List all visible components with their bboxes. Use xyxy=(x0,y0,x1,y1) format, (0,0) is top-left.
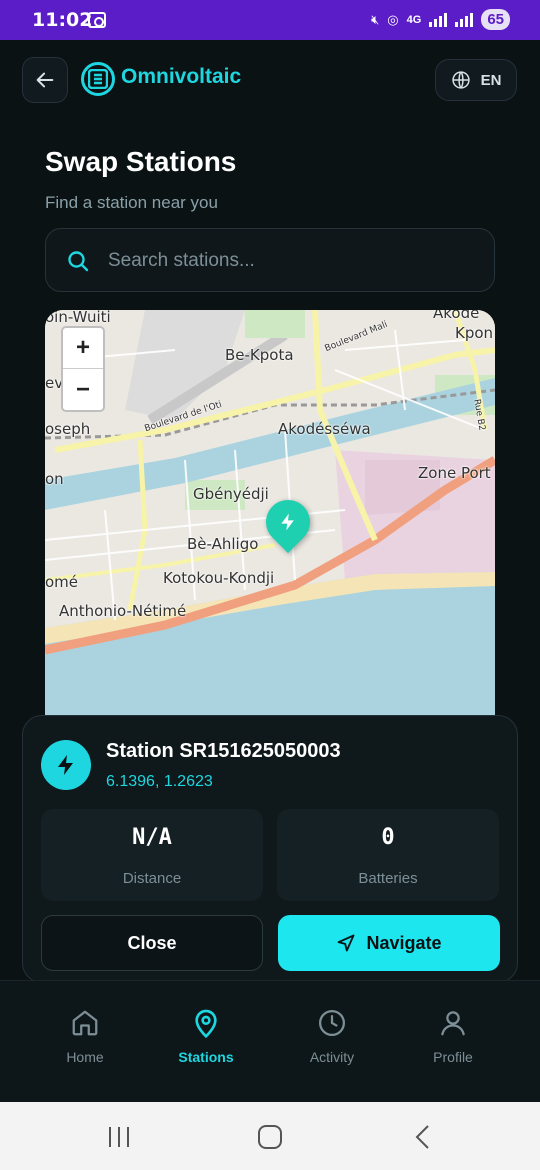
batteries-stat: 0 Batteries xyxy=(277,809,499,901)
map-label: Bè-Ahligo xyxy=(187,535,259,553)
map-pin-icon xyxy=(195,1009,217,1039)
system-navigation-bar xyxy=(0,1102,540,1170)
mute-icon: 🔇︎ xyxy=(371,11,380,27)
signal-icon xyxy=(455,12,474,27)
user-icon xyxy=(441,1011,465,1036)
map-label: oseph xyxy=(45,420,91,438)
navigation-arrow-icon xyxy=(338,934,355,952)
close-button[interactable]: Close xyxy=(41,915,263,971)
status-bar: 11:02 🔇︎ ◎ 4G 65 xyxy=(0,0,540,40)
map-label: on xyxy=(45,470,64,488)
map-zoom-controls: + − xyxy=(61,326,105,412)
map-label: Anthonio-Nétimé xyxy=(59,602,187,620)
station-name: Station SR151625050003 xyxy=(106,740,341,762)
map-label: Akodésséwa xyxy=(278,420,371,438)
screenshot-icon xyxy=(88,12,106,28)
back-nav-icon[interactable] xyxy=(410,1124,436,1150)
signal-icon xyxy=(429,12,448,27)
search-bar[interactable] xyxy=(45,228,495,292)
station-coordinates: 6.1396, 1.2623 xyxy=(106,773,213,790)
zoom-out-button[interactable]: − xyxy=(63,369,103,410)
brand-name: Omnivoltaic xyxy=(121,65,242,88)
map-label: omé xyxy=(45,573,79,591)
nav-stations-label: Stations xyxy=(178,1049,234,1065)
nav-home-label: Home xyxy=(66,1049,104,1065)
zoom-in-button[interactable]: + xyxy=(63,328,103,369)
language-selector[interactable]: EN xyxy=(435,59,517,101)
navigate-button-label: Navigate xyxy=(366,932,442,953)
arrow-left-icon xyxy=(36,72,54,88)
home-button-icon[interactable] xyxy=(257,1124,283,1150)
language-label: EN xyxy=(480,71,502,89)
network-type: 4G xyxy=(406,13,422,26)
status-time: 11:02 xyxy=(32,9,93,31)
nav-profile[interactable]: Profile xyxy=(393,1005,513,1065)
nav-home[interactable]: Home xyxy=(25,1005,145,1065)
map-label: Akode xyxy=(433,310,480,322)
battery-indicator: 65 xyxy=(481,9,510,30)
bolt-icon xyxy=(58,755,73,775)
map-label: Be-Kpota xyxy=(225,346,294,364)
map-label: oin-Wuiti xyxy=(45,310,111,326)
page-title: Swap Stations xyxy=(45,146,237,177)
navigate-button[interactable]: Navigate xyxy=(278,915,500,971)
distance-stat: N/A Distance xyxy=(41,809,263,901)
nav-activity[interactable]: Activity xyxy=(272,1005,392,1065)
clock-icon xyxy=(319,1010,345,1036)
bolt-icon xyxy=(281,513,294,531)
hotspot-icon: ◎ xyxy=(387,11,399,27)
brand-logo-icon xyxy=(81,62,115,96)
search-input[interactable] xyxy=(108,243,478,279)
map-label: Gbényédji xyxy=(193,485,269,503)
nav-profile-label: Profile xyxy=(433,1049,473,1065)
globe-icon xyxy=(451,71,470,89)
map-label: Kotokou-Kondji xyxy=(163,569,275,587)
station-icon xyxy=(41,740,91,790)
page-subtitle: Find a station near you xyxy=(45,193,218,212)
home-icon xyxy=(72,1010,98,1036)
nav-stations[interactable]: Stations xyxy=(146,1005,266,1065)
search-icon xyxy=(68,251,89,272)
bottom-navigation: Home Stations Activity Profile xyxy=(0,980,540,1102)
batteries-label: Batteries xyxy=(358,870,418,887)
station-map[interactable]: oin-Wuiti Be-Kpota Akode Kpon ev oseph A… xyxy=(45,310,495,730)
map-label: Kpon xyxy=(455,324,494,342)
nav-activity-label: Activity xyxy=(309,1049,355,1065)
recent-apps-icon[interactable] xyxy=(106,1124,132,1150)
close-button-label: Close xyxy=(127,932,177,953)
distance-value: N/A xyxy=(132,825,172,850)
back-button[interactable] xyxy=(22,57,68,103)
map-label: Zone Port xyxy=(418,464,491,482)
distance-label: Distance xyxy=(122,870,182,887)
station-card: Station SR151625050003 6.1396, 1.2623 N/… xyxy=(22,715,518,983)
batteries-value: 0 xyxy=(381,825,395,850)
